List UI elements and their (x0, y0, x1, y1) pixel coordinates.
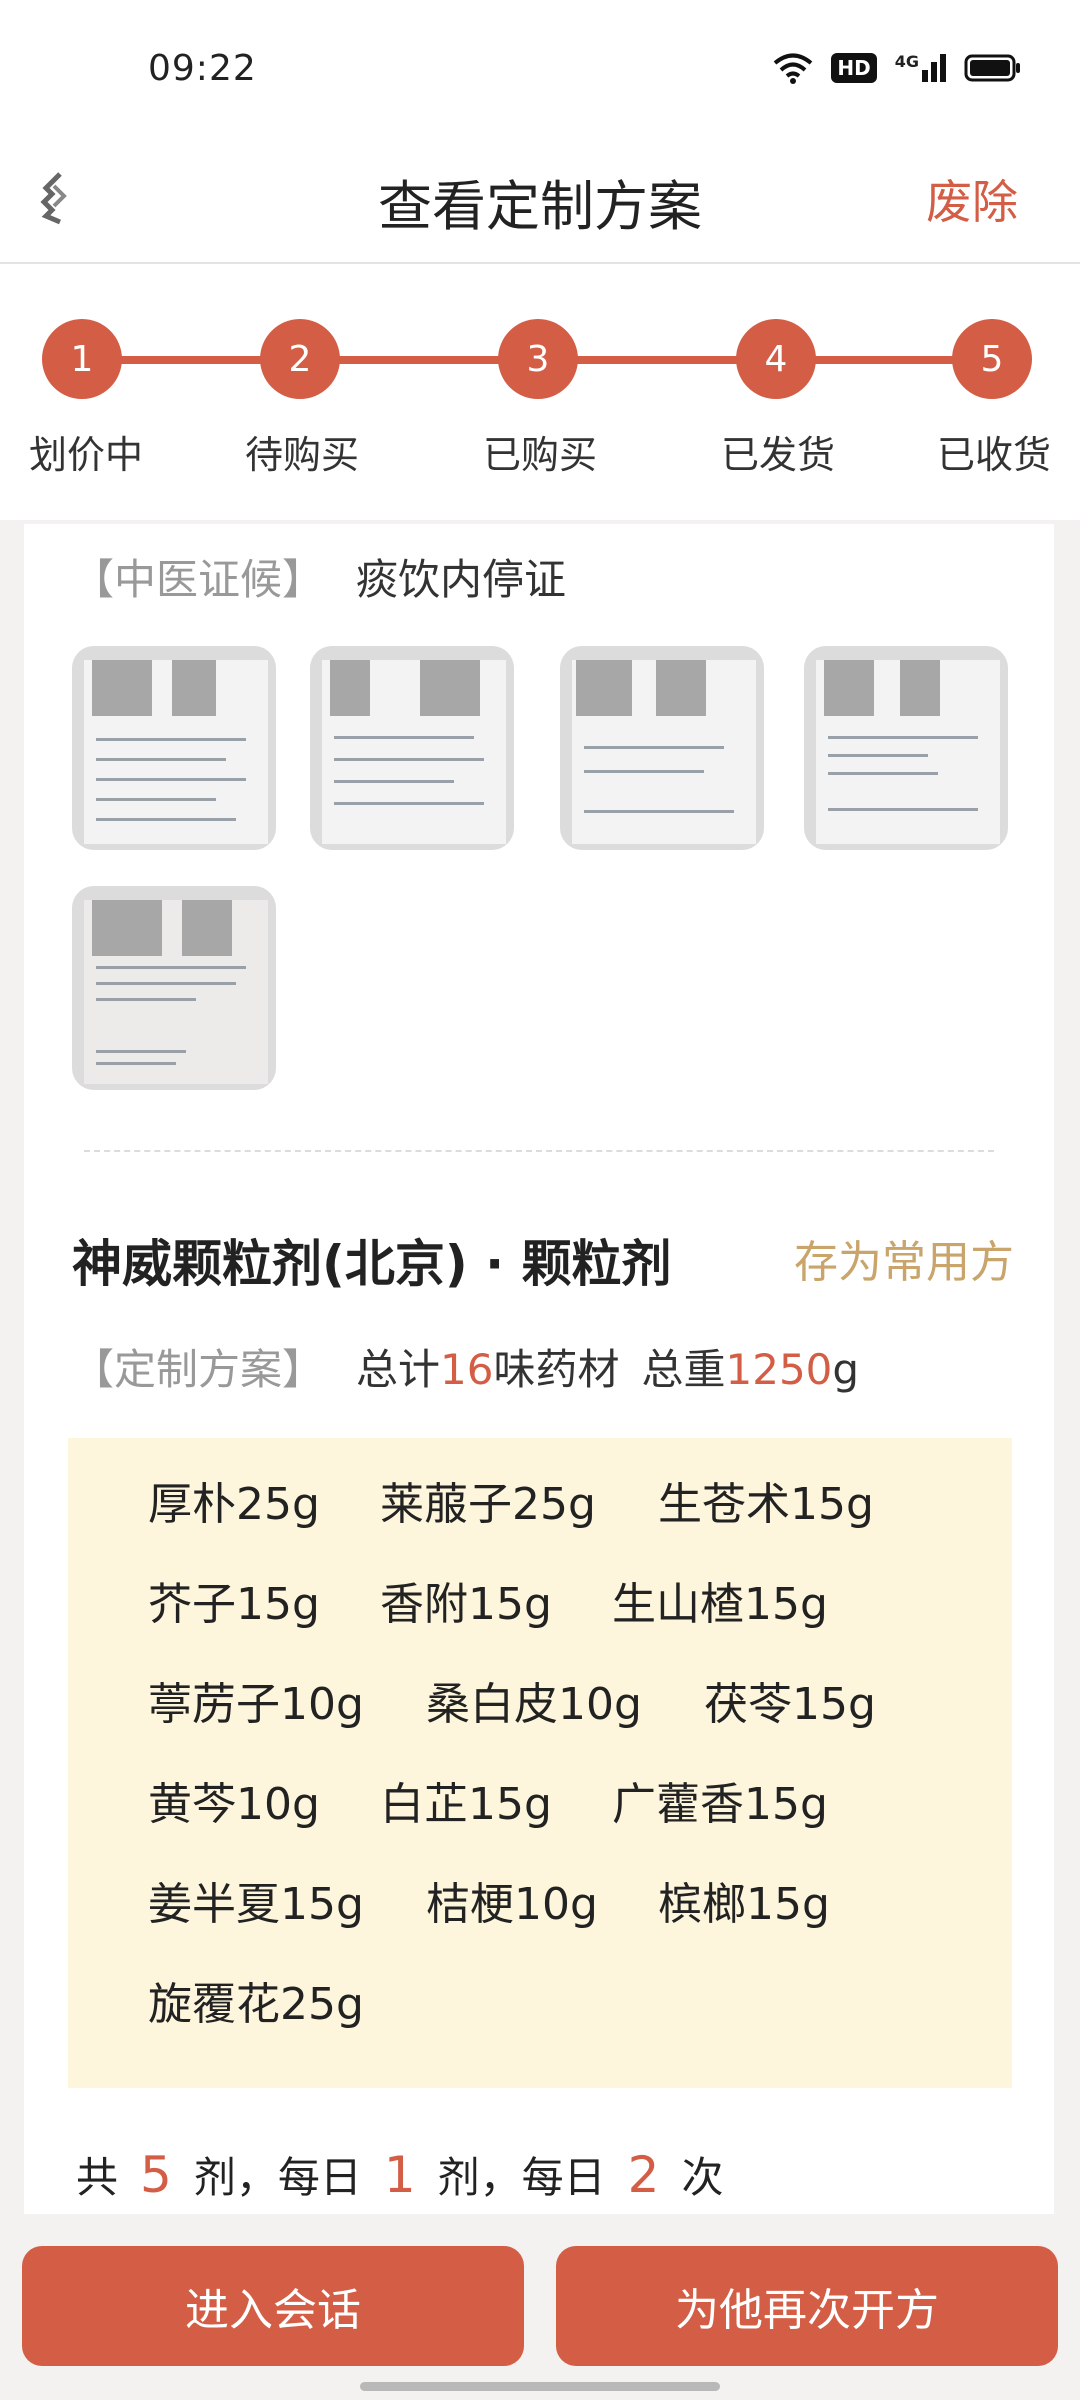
weight-prefix: 总重 (641, 1345, 726, 1394)
herb-item: 白芷15g (380, 1779, 552, 1830)
step-1-circle: 1 (42, 319, 122, 399)
dosage-text: 剂，每日 (437, 2153, 606, 2202)
diagnosis-row: 【中医证候】 痰饮内停证 (72, 546, 566, 607)
count-prefix: 总计 (356, 1345, 441, 1394)
network-type-label: 4G (894, 52, 919, 71)
step-4-circle: 4 (736, 319, 816, 399)
wifi-icon (774, 53, 813, 84)
count-suffix: 味药材 (493, 1345, 620, 1394)
times-per-day: 2 (627, 2146, 660, 2204)
status-icons: HD 4G (773, 52, 1022, 84)
enter-chat-button[interactable]: 进入会话 (22, 2246, 524, 2366)
step-3-label: 已购买 (482, 433, 597, 477)
status-bar: 09:22 HD 4G (0, 0, 1080, 140)
herb-item: 芥子15g (148, 1579, 320, 1630)
represcribe-button[interactable]: 为他再次开方 (556, 2246, 1058, 2366)
herb-item: 黄芩10g (148, 1779, 320, 1830)
step-2-label: 待购买 (244, 433, 359, 477)
herb-item: 香附15g (380, 1579, 552, 1630)
herb-item: 桑白皮10g (426, 1679, 642, 1730)
status-time: 09:22 (148, 48, 257, 89)
hd-icon: HD (831, 53, 877, 83)
report-photo-thumbnail[interactable] (310, 646, 514, 850)
step-3-circle: 3 (498, 319, 578, 399)
dose-per-day: 1 (383, 2146, 416, 2204)
home-indicator[interactable] (360, 2382, 720, 2391)
herb-item: 姜半夏15g (148, 1879, 364, 1930)
herb-item: 厚朴25g (148, 1479, 320, 1530)
dosage-info: 共 5 剂，每日 1 剂，每日 2 次 (76, 2144, 724, 2205)
report-photo-thumbnail[interactable] (804, 646, 1008, 850)
page-title: 查看定制方案 (378, 175, 702, 238)
herb-item: 槟榔15g (658, 1879, 830, 1930)
herb-item: 桔梗10g (426, 1879, 598, 1930)
recipe-summary: 【定制方案】 总计16味药材 总重1250g (72, 1336, 859, 1397)
step-5-label: 已收货 (936, 433, 1051, 477)
dosage-text: 次 (681, 2153, 724, 2202)
herb-item: 生苍术15g (658, 1479, 874, 1530)
herb-list: 厚朴25g 莱菔子25g 生苍术15g 芥子15g 香附15g 生山楂15g 葶… (68, 1438, 1012, 2088)
herb-item: 葶苈子10g (148, 1679, 364, 1730)
step-5-circle: 5 (952, 319, 1032, 399)
dosage-text: 共 (76, 2153, 119, 2202)
diagnosis-value: 痰饮内停证 (356, 555, 567, 604)
battery-icon (964, 54, 1020, 82)
nav-bar: 查看定制方案 废除 (0, 140, 1080, 264)
step-2-circle: 2 (260, 319, 340, 399)
step-4-label: 已发货 (720, 433, 835, 477)
herb-item: 旋覆花25g (148, 1979, 364, 2030)
herb-item: 生山楂15g (612, 1579, 828, 1630)
herb-item: 莱菔子25g (380, 1479, 596, 1530)
total-weight: 1250 (725, 1345, 833, 1394)
herb-item: 茯苓15g (704, 1679, 876, 1730)
product-title: 神威颗粒剂(北京) · 颗粒剂 (72, 1235, 672, 1293)
dosage-text: 剂，每日 (193, 2153, 362, 2202)
herb-count: 16 (440, 1345, 494, 1394)
dose-total: 5 (140, 2146, 172, 2204)
report-photo-thumbnail[interactable] (72, 646, 276, 850)
prescription-card: 【中医证候】 痰饮内停证 神威颗粒剂(北京) · 颗粒剂 存为常用方 【定制方案… (24, 524, 1054, 2214)
abandon-button[interactable]: 废除 (926, 166, 1018, 232)
order-progress: 1 2 3 4 5 划价中 待购买 已购买 已发货 已收货 (0, 264, 1080, 520)
herb-item: 广藿香15g (612, 1779, 828, 1830)
step-1-label: 划价中 (28, 433, 143, 477)
report-photo-thumbnail[interactable] (72, 886, 276, 1090)
section-divider (84, 1150, 994, 1152)
diagnosis-tag: 【中医证候】 (72, 555, 325, 604)
signal-icon: 4G (895, 54, 946, 82)
recipe-tag: 【定制方案】 (72, 1345, 325, 1394)
weight-unit: g (832, 1345, 860, 1394)
save-as-common-button[interactable]: 存为常用方 (794, 1226, 1014, 1290)
report-photo-thumbnail[interactable] (560, 646, 764, 850)
